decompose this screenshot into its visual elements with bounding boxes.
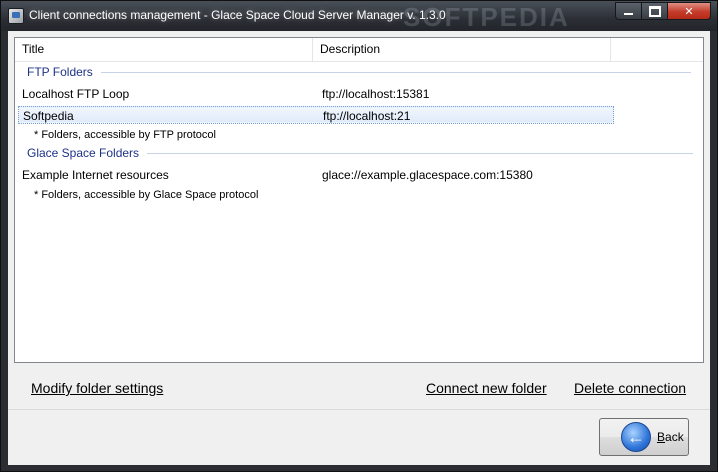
- group-note: * Folders, accessible by Glace Space pro…: [34, 189, 259, 201]
- item-description: glace://example.glacespace.com:15380: [322, 168, 533, 182]
- list-item-selected[interactable]: Softpedia ftp://localhost:21: [18, 106, 614, 124]
- item-title: Softpedia: [23, 109, 74, 123]
- group-divider: [147, 152, 693, 154]
- maximize-icon: [648, 5, 661, 17]
- group-label: FTP Folders: [27, 65, 93, 79]
- minimize-icon: [624, 13, 633, 15]
- item-description: ftp://localhost:15381: [322, 87, 430, 101]
- back-button-label: Back: [657, 430, 684, 444]
- minimize-button[interactable]: [615, 2, 641, 20]
- watermark: SOFTPEDIA: [403, 2, 570, 32]
- window-title: Client connections management - Glace Sp…: [29, 8, 446, 22]
- group-note: * Folders, accessible by FTP protocol: [34, 129, 216, 141]
- modify-folder-settings-link[interactable]: Modify folder settings: [31, 380, 163, 396]
- footer-divider: [8, 409, 710, 410]
- list-item[interactable]: Example Internet resources glace://examp…: [18, 166, 614, 184]
- list-item[interactable]: Localhost FTP Loop ftp://localhost:15381: [18, 85, 614, 103]
- client-area: Title Description FTP Folders Localhost …: [8, 31, 710, 465]
- app-icon: [8, 8, 24, 24]
- connect-new-folder-link[interactable]: Connect new folder: [426, 380, 547, 396]
- connections-list[interactable]: Title Description FTP Folders Localhost …: [14, 37, 704, 363]
- item-description: ftp://localhost:21: [323, 109, 411, 123]
- group-divider: [100, 71, 691, 73]
- app-window: Client connections management - Glace Sp…: [0, 0, 718, 472]
- back-button[interactable]: ← Back: [599, 418, 689, 456]
- item-title: Localhost FTP Loop: [22, 87, 130, 101]
- group-header-ftp-folders[interactable]: FTP Folders: [27, 64, 691, 80]
- delete-connection-link[interactable]: Delete connection: [574, 380, 686, 396]
- column-header-empty[interactable]: [611, 38, 703, 61]
- item-title: Example Internet resources: [22, 168, 169, 182]
- column-header-title[interactable]: Title: [15, 38, 313, 61]
- maximize-button[interactable]: [641, 2, 667, 20]
- arrow-left-icon: ←: [621, 422, 651, 452]
- title-bar[interactable]: Client connections management - Glace Sp…: [1, 1, 717, 32]
- close-icon: ✕: [684, 5, 694, 18]
- caption-buttons: ✕: [615, 2, 711, 20]
- column-header-description[interactable]: Description: [313, 38, 611, 61]
- group-header-glace-space-folders[interactable]: Glace Space Folders: [27, 145, 693, 161]
- list-header: Title Description: [15, 38, 703, 62]
- close-button[interactable]: ✕: [667, 2, 711, 20]
- group-label: Glace Space Folders: [27, 146, 140, 160]
